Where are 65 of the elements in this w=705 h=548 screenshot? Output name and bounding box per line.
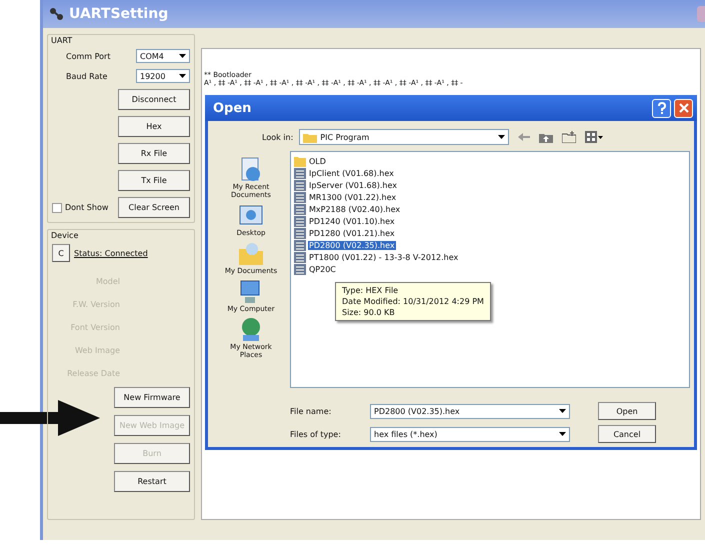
folder-icon (294, 156, 306, 166)
file-name-field[interactable]: PD2800 (V02.35).hex (370, 404, 570, 418)
look-in-dropdown[interactable]: PIC Program (299, 129, 510, 145)
caret-icon (179, 54, 186, 58)
tooltip-line: Date Modified: 10/31/2012 4:29 PM (342, 297, 484, 306)
file-item[interactable]: PD2800 (V02.35).hex (308, 240, 396, 250)
file-item[interactable]: PT1800 (V01.22) - 13-3-8 V-2012.hex (308, 252, 460, 262)
tooltip-line: Type: HEX File (342, 286, 400, 295)
app-icon (49, 7, 65, 21)
up-folder-icon[interactable] (539, 131, 554, 143)
action-button[interactable]: Hex (118, 116, 190, 137)
status-text: Status: Connected (74, 248, 148, 258)
file-item[interactable]: PD1280 (V01.21).hex (308, 228, 396, 238)
new-folder-icon[interactable] (562, 131, 576, 143)
file-item[interactable]: MxP2188 (V02.40).hex (308, 204, 402, 214)
checkbox[interactable] (52, 202, 62, 212)
file-type-label: Files of type: (290, 430, 342, 438)
field-label: Comm Port (66, 52, 110, 60)
help-button[interactable] (652, 98, 671, 118)
look-in-label: Look in: (262, 132, 294, 142)
question-mark-icon (656, 102, 666, 114)
file-icon (294, 252, 306, 262)
caret-icon (179, 74, 186, 78)
file-icon (294, 204, 306, 214)
back-icon[interactable] (518, 132, 530, 142)
group-title: Device (51, 231, 78, 240)
file-icon (294, 240, 306, 250)
close-button[interactable] (674, 98, 693, 118)
folder-icon (303, 132, 318, 142)
caret-icon (559, 432, 566, 436)
file-icon (294, 228, 306, 238)
tooltip-line: Size: 90.0 KB (342, 308, 396, 317)
file-icon (294, 168, 306, 178)
window-title: UARTSetting (69, 6, 168, 22)
file-icon (294, 180, 306, 190)
clear-screen-button[interactable]: Clear Screen (118, 197, 190, 218)
action-button[interactable]: Disconnect (118, 89, 190, 110)
file-item[interactable]: QP20C (308, 264, 337, 274)
action-button[interactable]: New Firmware (114, 387, 190, 408)
file-name-label: File name: (290, 406, 332, 416)
file-item[interactable]: MR1300 (V01.22).hex (308, 192, 398, 202)
file-icon (294, 192, 306, 202)
caret-icon (559, 409, 566, 413)
file-icon (294, 264, 306, 274)
group-title: UART (51, 36, 72, 45)
file-type-dropdown[interactable]: hex files (*.hex) (370, 426, 570, 442)
field-label: Baud Rate (66, 72, 108, 80)
baud-rate-dropdown[interactable]: 19200 (136, 69, 190, 83)
comm-port-dropdown[interactable]: COM4 (136, 49, 190, 63)
file-item[interactable]: OLD (308, 156, 327, 166)
file-item[interactable]: IpClient (V01.68).hex (308, 168, 395, 178)
action-button[interactable]: Rx File (118, 143, 190, 164)
cancel-button[interactable]: Cancel (598, 425, 656, 443)
views-menu-icon[interactable] (585, 131, 604, 143)
file-item[interactable]: PD1240 (V01.10).hex (308, 216, 396, 226)
action-button[interactable]: Tx File (118, 170, 190, 191)
file-icon (294, 216, 306, 226)
dialog-title: Open (213, 100, 252, 116)
open-button[interactable]: Open (598, 402, 656, 420)
file-item[interactable]: IpServer (V01.68).hex (308, 180, 398, 190)
close-icon (678, 103, 688, 113)
connect-button[interactable]: C (52, 244, 70, 262)
checkbox-label: Dont Show (65, 203, 110, 212)
action-button[interactable]: Restart (114, 471, 190, 492)
caret-icon (498, 135, 506, 139)
